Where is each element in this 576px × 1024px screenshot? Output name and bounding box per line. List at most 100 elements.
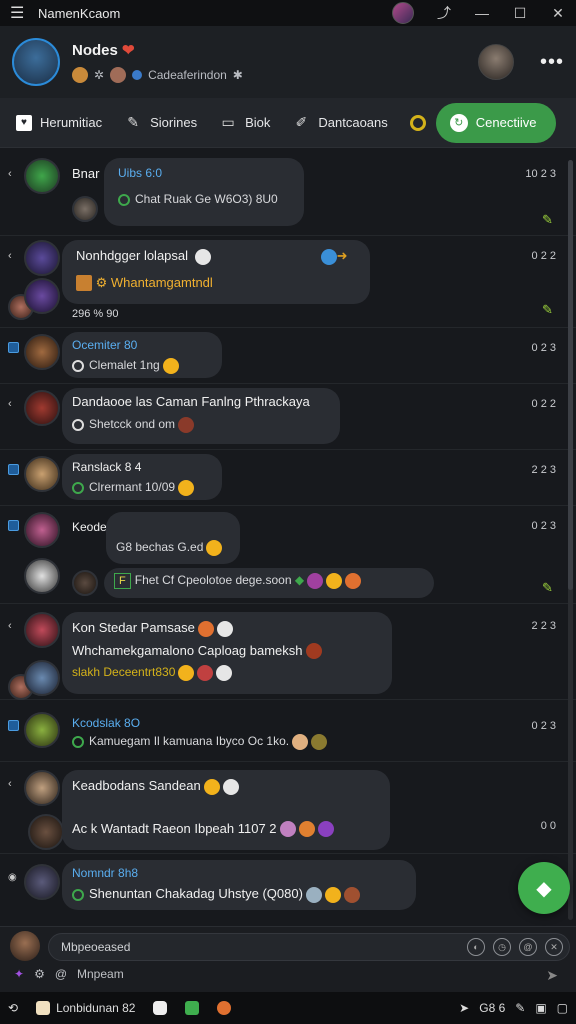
timestamp: 0 2 2 — [531, 398, 556, 410]
emoji-icon — [178, 417, 195, 433]
avatar — [24, 512, 60, 548]
more-options-icon[interactable]: ••• — [540, 51, 564, 74]
emoji-icon — [197, 620, 214, 637]
scrollbar[interactable] — [568, 160, 573, 920]
tab-herumitiac[interactable]: ♥ Herumitiac — [16, 114, 102, 131]
chat-row[interactable]: Kcodslak 8O Kamuegam Il kamuana Ibyco Oc… — [0, 700, 576, 762]
timestamp: 10 2 3 — [525, 168, 556, 180]
tray-text: G8 6 — [479, 1001, 506, 1015]
composer: Mbpeoeased ◐ ◷ @ ✕ ✦ ⚙ @ Mnpeam ➤ — [0, 926, 576, 992]
send-icon[interactable]: ➤ — [459, 1001, 469, 1015]
chevron-left-icon: ‹ — [8, 250, 12, 262]
taskbar-app[interactable]: Lonbidunan 82 — [36, 1001, 135, 1015]
emoji-icon — [279, 821, 296, 838]
close-icon[interactable]: ✕ — [545, 938, 563, 956]
tab-siorines[interactable]: ✎ Siorines — [124, 114, 197, 132]
message-bubble: Uibs 6:0 Chat Ruak Ge W6O3) 8U0 — [104, 158, 304, 226]
pencil-icon[interactable]: ✎ — [542, 212, 560, 227]
chat-list: ‹ Bnar Uibs 6:0 Chat Ruak Ge W6O3) 8U0 1… — [0, 150, 576, 926]
emoji-icon — [305, 643, 322, 660]
document-icon — [36, 1001, 51, 1015]
status-ring-icon — [72, 419, 84, 431]
chat-row[interactable]: Ranslack 8 4 Clrermant 10/09 2 2 3 — [0, 450, 576, 506]
chat-row[interactable]: ‹ Keadbodans Sandean Ac k Wantadt Raeon … — [0, 762, 576, 854]
chat-row[interactable]: ◉ Nomndr 8h8 Shenuntan Chakadag Uhstye (… — [0, 854, 576, 926]
maximize-button[interactable]: ☐ — [512, 5, 528, 22]
emoji-icon — [222, 778, 239, 795]
titlebar-avatar[interactable] — [392, 2, 414, 24]
network-icon[interactable]: ▣ — [535, 1001, 546, 1015]
send-icon[interactable]: ➤ — [546, 967, 558, 984]
message-preview: Kamuegam Il kamuana Ibyco Oc 1ko. — [72, 734, 328, 750]
message-bubble: Kon Stedar Pamsase Whchamekgamalono Capl… — [62, 612, 392, 694]
image-icon — [76, 275, 92, 292]
close-button[interactable]: ✕ — [550, 5, 566, 22]
mention-icon[interactable]: @ — [519, 938, 537, 956]
taskbar-app-hex[interactable] — [153, 1001, 168, 1015]
avatar — [28, 814, 64, 850]
profile-avatar[interactable] — [12, 38, 60, 86]
checkbox[interactable] — [8, 520, 19, 531]
arrow-icon: ➜ — [336, 248, 348, 263]
minimize-button[interactable]: — — [474, 5, 490, 21]
notification-icon[interactable]: ▢ — [557, 1001, 568, 1015]
start-icon[interactable]: ⟲ — [8, 1001, 18, 1015]
chat-row[interactable]: ‹ Nonhdgger lolapsal ➜ ⚙ Whantamgamtndl … — [0, 236, 576, 328]
avatar — [24, 770, 60, 806]
timestamp: 2 2 3 — [531, 620, 556, 632]
tag-badge: F — [114, 573, 131, 590]
chat-row[interactable]: Ocemiter 80 Clemalet 1ng 0 2 3 — [0, 328, 576, 384]
status-ring-icon: ◉ — [8, 872, 17, 883]
message-bubble: Ocemiter 80 Clemalet 1ng — [62, 332, 222, 378]
tab-dantcaoans[interactable]: ✐ Dantcaoans — [292, 114, 388, 132]
chat-name: Kcodslak 8O — [72, 716, 141, 730]
compose-icon: ◆ — [536, 877, 552, 900]
status-ring-icon — [72, 360, 84, 372]
pin-icon[interactable]: ⤴ — [436, 3, 452, 23]
chevron-left-icon: ‹ — [8, 620, 12, 632]
checkbox[interactable] — [8, 464, 19, 475]
pen-icon[interactable]: ✎ — [515, 1001, 525, 1015]
window-title: NamenKcaom — [38, 5, 121, 21]
emoji-icon — [326, 573, 343, 589]
user-avatar[interactable] — [10, 931, 40, 961]
avatar — [24, 334, 60, 370]
chat-row[interactable]: ‹ Kon Stedar Pamsase Whchamekgamalono Ca… — [0, 604, 576, 700]
message-bubble: Ranslack 8 4 Clrermant 10/09 — [62, 454, 222, 500]
emoji-icon — [320, 248, 337, 265]
message-input[interactable]: Mbpeoeased ◐ ◷ @ ✕ — [48, 933, 570, 961]
taskbar-app-green[interactable] — [185, 1001, 200, 1015]
emoji-icon — [324, 886, 341, 903]
chat-row[interactable]: ‹ Bnar Uibs 6:0 Chat Ruak Ge W6O3) 8U0 1… — [0, 150, 576, 236]
checkbox[interactable] — [8, 720, 19, 731]
chat-name: Ranslack 8 4 — [72, 460, 142, 474]
avatar — [24, 558, 60, 594]
contact-avatar[interactable] — [477, 44, 514, 80]
pencil-icon[interactable]: ✎ — [542, 302, 560, 317]
emoji-icon — [345, 573, 362, 589]
gear-icon: ⚙ — [34, 967, 45, 981]
tab-biok[interactable]: ▭ Biok — [219, 114, 270, 132]
chevron-left-icon: ‹ — [8, 168, 12, 180]
attach-icon[interactable]: ◐ — [467, 938, 485, 956]
avatar — [24, 390, 60, 426]
emoji-icon — [216, 620, 233, 637]
message-meta: 296 % 90 — [72, 308, 119, 320]
bluetooth-icon: ✱ — [232, 68, 243, 82]
taskbar-app-orange[interactable] — [217, 1001, 232, 1015]
chat-row[interactable]: Keodet 80 G8 bechas G.ed F Fhet Cf Cpeolo… — [0, 506, 576, 604]
edit-circle-icon: ✐ — [295, 114, 308, 130]
timestamp: 0 2 3 — [531, 342, 556, 354]
window-titlebar: ☰ NamenKcaom ⤴ — ☐ ✕ — [0, 0, 576, 26]
chat-row[interactable]: ‹ Dandaooe las Caman Fanlng Pthrackaya S… — [0, 384, 576, 450]
sparkle-icon: ✦ — [14, 967, 25, 981]
chat-name: Bnar — [72, 166, 100, 181]
clock-icon[interactable]: ◷ — [493, 938, 511, 956]
hamburger-icon[interactable]: ☰ — [10, 3, 32, 23]
pencil-icon[interactable]: ✎ — [542, 580, 560, 595]
message-label: Uibs 6:0 — [118, 166, 163, 180]
scrollbar-thumb[interactable] — [568, 160, 573, 590]
tab-cenectiive[interactable]: ↻ Cenectiive — [435, 102, 557, 143]
checkbox[interactable] — [8, 342, 19, 353]
compose-fab-button[interactable]: ◆ — [518, 862, 570, 914]
